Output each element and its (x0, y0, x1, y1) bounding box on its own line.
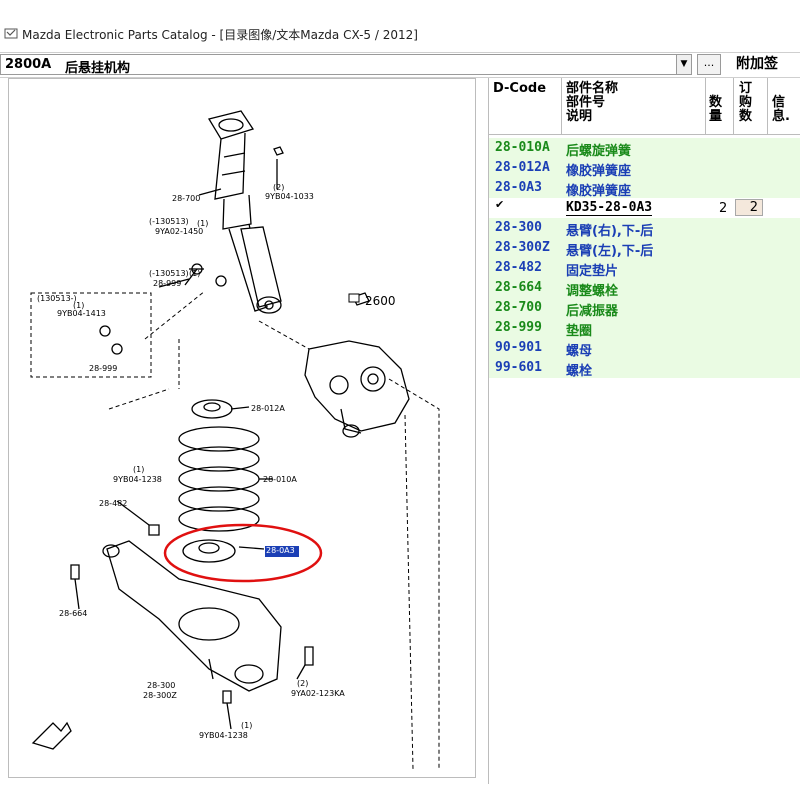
table-row[interactable]: 28-700 后减振器 (489, 298, 800, 319)
part-name-cell: 后螺旋弹簧 (566, 144, 632, 159)
direction-arrow-icon (31, 721, 72, 750)
diagram-label[interactable]: 28-012A (251, 404, 285, 413)
diagram-label: (-130513) (149, 217, 189, 226)
diagram-label[interactable]: 9YB04-1033 (265, 192, 314, 201)
part-name-cell: 螺栓 (566, 364, 593, 379)
table-row[interactable]: 28-300Z 悬臂(左),下-后 (489, 238, 800, 259)
part-number-cell: KD35-28-0A3 (566, 200, 653, 216)
diagram-label[interactable]: 28-300Z (143, 691, 177, 700)
column-divider (733, 78, 734, 134)
parts-rows: 28-010A 后螺旋弹簧 28-012A 橡胶弹簧座 28-0A3 橡胶弹簧座… (489, 138, 800, 379)
group-select[interactable]: 2800A 后悬挂机构 ▼ (0, 54, 692, 76)
diagram-label[interactable]: 28-700 (172, 194, 200, 203)
part-number-row[interactable]: ✔ KD35-28-0A3 2 2 (489, 198, 800, 218)
chevron-down-icon[interactable]: ▼ (676, 55, 691, 74)
checkmark-icon[interactable]: ✔ (495, 198, 504, 211)
part-name-cell: 橡胶弹簧座 (566, 164, 632, 179)
diagram-label[interactable]: 9YA02-123KA (291, 689, 345, 698)
diagram-label[interactable]: 28-999 (89, 364, 117, 373)
table-row[interactable]: 28-300 悬臂(右),下-后 (489, 218, 800, 239)
header-info[interactable]: 信 息. (772, 96, 790, 124)
part-name-cell: 固定垫片 (566, 264, 619, 279)
part-name-cell: 后减振器 (566, 304, 619, 319)
header-qty-line: 量 (709, 109, 723, 124)
diagram-label[interactable]: 9YB04-1238 (113, 475, 162, 484)
table-row[interactable]: 28-0A3 橡胶弹簧座 (489, 178, 800, 199)
dcode-cell: 28-999 (495, 320, 542, 335)
order-qty-input[interactable]: 2 (735, 199, 763, 216)
dcode-cell: 28-0A3 (495, 180, 542, 195)
diagram-label: (2) (273, 183, 285, 192)
part-name-cell: 螺母 (566, 344, 593, 359)
header-dcode[interactable]: D-Code (493, 82, 546, 96)
header-name[interactable]: 部件名称 部件号 说明 (566, 82, 618, 124)
diagram-label: (-130513) (149, 269, 189, 278)
dcode-cell: 28-012A (495, 160, 550, 175)
app-icon (4, 28, 18, 39)
header-name-line: 部件名称 (566, 81, 619, 96)
diagram-label: (1) (133, 465, 145, 474)
diagram-illustration (30, 110, 440, 770)
diagram-label: (2) (297, 679, 309, 688)
diagram-label-selected[interactable]: 28-0A3 (266, 546, 295, 555)
diagram-label[interactable]: 28-482 (99, 499, 127, 508)
dcode-cell: 28-482 (495, 260, 542, 275)
table-row[interactable]: 28-012A 橡胶弹簧座 (489, 158, 800, 179)
diagram-label[interactable]: 9YB04-1413 (57, 309, 106, 318)
header-order-line: 购 (739, 95, 753, 110)
group-code: 2800A (5, 57, 52, 72)
table-row[interactable]: 90-901 螺母 (489, 338, 800, 359)
addon-button[interactable]: 附加签 (728, 53, 800, 75)
part-name-cell: 悬臂(左),下-后 (566, 244, 654, 259)
header-order-line: 订 (739, 81, 753, 96)
diagram-label[interactable]: 9YA02-1450 (155, 227, 203, 236)
dcode-cell: 28-664 (495, 280, 542, 295)
diagram-label[interactable]: 28-010A (263, 475, 297, 484)
header-order[interactable]: 订 购 数 (739, 82, 752, 124)
header-order-line: 数 (739, 109, 753, 124)
column-divider (767, 78, 768, 134)
header-info-line: 信 (772, 95, 786, 110)
parts-diagram: 28-700 (2) 9YB04-1033 (-130513) (1) 9YA0… (8, 78, 476, 778)
diagram-label[interactable]: 28-664 (59, 609, 87, 618)
dcode-cell: 28-700 (495, 300, 542, 315)
diagram-label: (130513-) (37, 294, 77, 303)
header-qty[interactable]: 数 量 (709, 96, 722, 124)
dcode-cell: 28-300Z (495, 240, 550, 255)
ref-icon (348, 293, 360, 303)
dcode-cell: 90-901 (495, 340, 542, 355)
table-row[interactable]: 28-482 固定垫片 (489, 258, 800, 279)
diagram-label: (1) (241, 721, 253, 730)
table-row[interactable]: 28-664 调整螺栓 (489, 278, 800, 299)
window-title: Mazda Electronic Parts Catalog - [目录图像/文… (22, 28, 418, 42)
part-name-cell: 橡胶弹簧座 (566, 184, 632, 199)
header-name-line: 部件号 (566, 95, 606, 110)
parts-list: D-Code 部件名称 部件号 说明 数 量 订 购 数 信 息. 28-010… (488, 78, 800, 784)
qty-cell: 2 (719, 201, 728, 216)
table-row[interactable]: 28-999 垫圈 (489, 318, 800, 339)
part-name-cell: 悬臂(右),下-后 (566, 224, 654, 239)
part-name-cell: 调整螺栓 (566, 284, 619, 299)
diagram-label[interactable]: 9YB04-1238 (199, 731, 248, 740)
parts-list-header: D-Code 部件名称 部件号 说明 数 量 订 购 数 信 息. (489, 78, 800, 135)
diagram-label[interactable]: 28-999 (153, 279, 181, 288)
group-name: 后悬挂机构 (65, 61, 131, 76)
dcode-cell: 99-601 (495, 360, 542, 375)
toolbar: 2800A 后悬挂机构 ▼ ... 附加签 (0, 52, 800, 78)
dcode-cell: 28-010A (495, 140, 550, 155)
title-bar: Mazda Electronic Parts Catalog - [目录图像/文… (0, 0, 800, 46)
diagram-label[interactable]: 28-300 (147, 681, 175, 690)
table-row[interactable]: 28-010A 后螺旋弹簧 (489, 138, 800, 159)
header-name-line: 说明 (566, 109, 593, 124)
column-divider (705, 78, 706, 134)
diagram-label[interactable]: 2600 (365, 294, 396, 308)
part-name-cell: 垫圈 (566, 324, 593, 339)
header-info-line: 息. (772, 109, 790, 124)
more-button[interactable]: ... (697, 54, 721, 75)
header-qty-line: 数 (709, 95, 723, 110)
column-divider (561, 78, 562, 134)
dcode-cell: 28-300 (495, 220, 542, 235)
diagram-label: (1) (189, 269, 201, 278)
table-row[interactable]: 99-601 螺栓 (489, 358, 800, 379)
